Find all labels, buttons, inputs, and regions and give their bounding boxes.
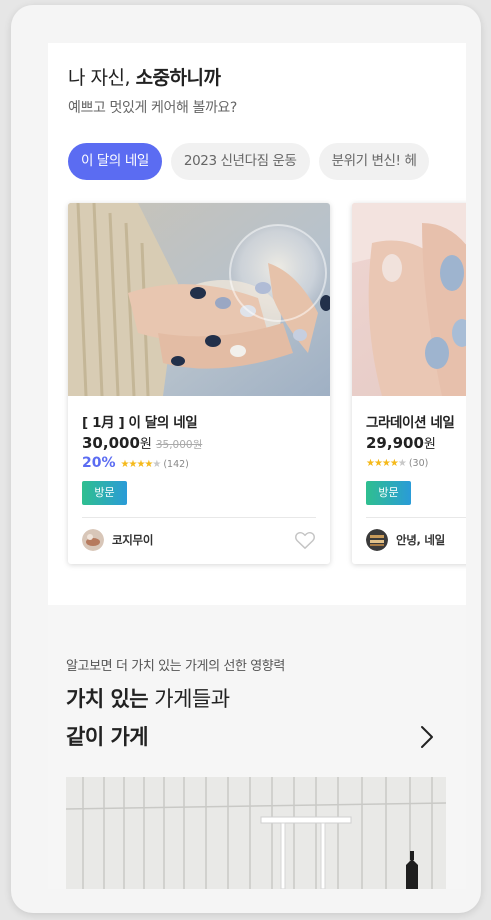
device-frame: 나 자신, 소중하니까 예쁘고 멋있게 케어해 볼까요? 이 달의 네일 2023…: [11, 5, 481, 913]
product-card[interactable]: [ 1月 ] 이 달의 네일 30,000원 35,000원 20% ★★★★★ (1…: [68, 203, 330, 564]
price-value: 30,000: [82, 434, 140, 452]
price-value: 29,900: [366, 434, 424, 452]
price: 30,000원 35,000원: [82, 433, 202, 452]
value-section-title: 가치 있는 가게들과: [66, 687, 230, 711]
price-currency: 원: [139, 437, 152, 452]
visit-badge: 방문: [82, 481, 127, 505]
chevron-right-icon[interactable]: [420, 725, 434, 749]
shop-avatar: [82, 529, 104, 551]
rating-row: ★★★★★ (30): [366, 455, 428, 470]
product-title: 그라데이션 네일: [366, 415, 455, 431]
review-count: (30): [408, 458, 429, 469]
product-image: [68, 203, 330, 396]
price-currency: 원: [423, 437, 436, 452]
shop-info[interactable]: 안녕, 네일: [366, 529, 445, 551]
discount-rate: 20%: [82, 455, 116, 471]
section-headline: 나 자신, 소중하니까: [68, 67, 221, 89]
card-divider: [82, 517, 316, 518]
chip-mood-change[interactable]: 분위기 변신! 헤: [318, 143, 430, 180]
review-count: (142): [163, 459, 189, 470]
value-section-title-line2: 같이 가게: [66, 725, 149, 749]
card-divider: [366, 517, 466, 518]
value-section-subtitle: 알고보면 더 가치 있는 가게의 선한 영향력: [66, 659, 285, 674]
value-shop-image[interactable]: [66, 777, 446, 889]
star-rating-icon: ★★★★★: [120, 459, 162, 470]
app-screen: 나 자신, 소중하니까 예쁘고 멋있게 케어해 볼까요? 이 달의 네일 2023…: [48, 43, 466, 889]
original-price: 35,000원: [155, 439, 203, 451]
section-subtitle: 예쁘고 멋있게 케어해 볼까요?: [68, 100, 237, 116]
featured-section: 나 자신, 소중하니까 예쁘고 멋있게 케어해 볼까요? 이 달의 네일 2023…: [48, 43, 466, 605]
heart-icon[interactable]: [294, 530, 316, 550]
product-image: [352, 203, 466, 396]
price: 29,900원: [366, 433, 436, 452]
product-card[interactable]: 그라데이션 네일 29,900원 ★★★★★ (30) 방문 안녕, 네일: [352, 203, 466, 564]
chip-monthly-nail[interactable]: 이 달의 네일: [68, 143, 162, 180]
visit-badge: 방문: [366, 481, 411, 505]
chip-new-year-exercise[interactable]: 2023 신년다짐 운동: [170, 143, 310, 180]
category-chips: 이 달의 네일 2023 신년다짐 운동 분위기 변신! 헤: [68, 143, 438, 180]
shop-name: 안녕, 네일: [396, 533, 445, 547]
rating-row: 20% ★★★★★ (142): [82, 455, 189, 471]
star-rating-icon: ★★★★★: [366, 458, 407, 469]
shop-avatar: [366, 529, 388, 551]
product-title: [ 1月 ] 이 달의 네일: [82, 415, 198, 431]
value-shop-section: 알고보면 더 가치 있는 가게의 선한 영향력 가치 있는 가게들과 같이 가게: [48, 605, 466, 889]
shop-info[interactable]: 코지무이: [82, 529, 153, 551]
shop-name: 코지무이: [112, 533, 154, 547]
